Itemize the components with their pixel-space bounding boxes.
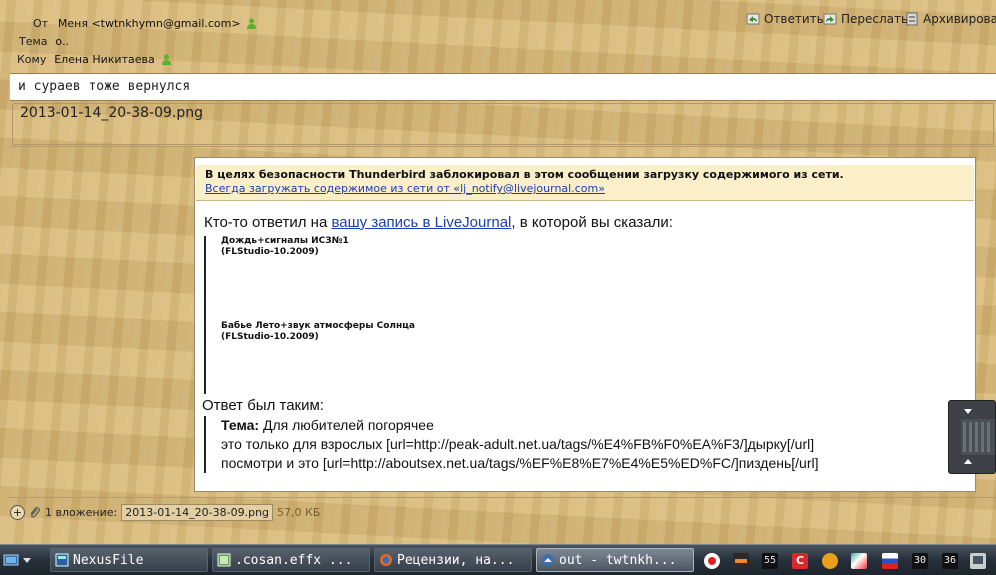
tray-counter[interactable]: 55: [762, 553, 778, 569]
reply-label: Ответ был таким:: [202, 397, 324, 414]
record-icon[interactable]: [704, 553, 720, 569]
quote-line: Дождь+сигналы ИСЗ№1: [221, 236, 349, 246]
archive-icon: [906, 12, 918, 26]
attachment-preview-title: 2013-01-14_20-38-09.png: [20, 105, 204, 121]
update-icon[interactable]: [822, 553, 838, 569]
firefox-icon: [380, 554, 392, 566]
to-label: Кому: [17, 53, 47, 66]
equalizer-icon[interactable]: [733, 553, 749, 569]
language-flag-icon[interactable]: [882, 553, 898, 569]
from-row: От Меня <twtnkhymn@gmail.com>: [33, 16, 257, 30]
archive-button[interactable]: Архивировать: [905, 12, 996, 26]
intro-before: Кто-то ответил на: [204, 214, 332, 231]
reply-label: Ответить: [764, 12, 824, 26]
taskbar: NexusFile .cosan.effx ... Рецензии, на..…: [0, 544, 996, 575]
reply-line: это только для взрослых [url=http://peak…: [221, 436, 815, 452]
archive-label: Архивировать: [923, 12, 996, 26]
taskbar-item[interactable]: .cosan.effx ...: [212, 548, 370, 572]
quote-line: (FLStudio-10.2009): [221, 247, 319, 257]
from-label: От: [33, 17, 49, 30]
original-entry-quote: Дождь+сигналы ИСЗ№1 (FLStudio-10.2009) Б…: [204, 236, 415, 394]
divider: [10, 146, 996, 147]
image-file-icon: [217, 553, 231, 567]
attachment-count: 1 вложение:: [45, 506, 118, 519]
intro-after: , в которой вы сказали:: [511, 214, 673, 231]
remote-content-notice: В целях безопасности Thunderbird заблоки…: [196, 165, 974, 201]
reply-line: посмотри и это [url=http://aboutsex.net.…: [221, 455, 819, 471]
scroll-widget-graphic: [961, 409, 995, 464]
show-more-icon[interactable]: [22, 554, 32, 564]
reply-theme-label: Тема:: [221, 417, 260, 433]
taskbar-item-label: NexusFile: [73, 552, 144, 568]
intro-paragraph: Кто-то ответил на вашу запись в LiveJour…: [204, 214, 964, 231]
to-value[interactable]: Елена Никитаева: [54, 53, 155, 66]
network-icon[interactable]: [851, 553, 867, 569]
attachment-file[interactable]: 2013-01-14_20-38-09.png: [121, 504, 274, 521]
taskbar-item[interactable]: out - twtnkh...: [536, 548, 694, 572]
quote-line: Бабье Лето+звук атмосферы Солнца: [221, 321, 415, 331]
message-text-line: и сураев тоже вернулся: [10, 73, 996, 101]
expand-attachments-icon[interactable]: +: [10, 505, 25, 520]
thunderbird-icon: [542, 554, 554, 566]
taskbar-item-label: Рецензии, на...: [397, 552, 515, 568]
taskbar-item-label: .cosan.effx ...: [235, 552, 353, 568]
reply-quote: Тема: Для любителей погорячее это только…: [204, 416, 819, 473]
from-value[interactable]: Меня <twtnkhymn@gmail.com>: [58, 17, 241, 30]
notice-text: В целях безопасности Thunderbird заблоки…: [205, 168, 844, 181]
forward-label: Переслать: [841, 12, 909, 26]
contact-icon[interactable]: [247, 18, 257, 29]
reply-icon: [746, 13, 760, 25]
taskbar-item[interactable]: Рецензии, на...: [374, 548, 532, 572]
allow-remote-content-link[interactable]: Всегда загружать содержимое из сети от «…: [205, 182, 974, 196]
scroll-widget[interactable]: [948, 400, 996, 474]
attachment-bar: + 1 вложение: 2013-01-14_20-38-09.png 57…: [10, 504, 320, 521]
file-manager-icon: [55, 553, 69, 567]
to-row: Кому Елена Никитаева: [17, 52, 171, 66]
paperclip-icon: [30, 506, 40, 518]
subject-row: Тема о..: [19, 34, 69, 48]
message-header: От Меня <twtnkhymn@gmail.com> Тема о.. К…: [0, 0, 996, 70]
taskbar-item-label: out - twtnkh...: [559, 552, 677, 568]
subject-label: Тема: [19, 35, 48, 48]
message-body: Кто-то ответил на вашу запись в LiveJour…: [202, 214, 964, 474]
livejournal-entry-link[interactable]: вашу запись в LiveJournal: [331, 214, 511, 231]
subject-value: о..: [55, 35, 70, 48]
reply-theme-value: Для любителей погорячее: [259, 417, 434, 433]
tray-counter[interactable]: 30: [912, 553, 928, 569]
reply-button[interactable]: Ответить: [746, 12, 824, 26]
monitor-icon[interactable]: [970, 553, 986, 569]
tray-counter[interactable]: 36: [942, 553, 958, 569]
desktop-icon[interactable]: [3, 552, 19, 568]
taskbar-item[interactable]: NexusFile: [50, 548, 208, 572]
quote-line: (FLStudio-10.2009): [221, 332, 319, 342]
contact-icon[interactable]: [161, 54, 171, 65]
reply-theme-line: Тема: Для любителей погорячее: [221, 416, 819, 435]
forward-button[interactable]: Переслать: [823, 12, 908, 26]
antivirus-icon[interactable]: C: [792, 553, 808, 569]
forward-icon: [823, 13, 837, 25]
attachment-size: 57,0 КБ: [277, 506, 321, 519]
divider: [8, 497, 996, 498]
